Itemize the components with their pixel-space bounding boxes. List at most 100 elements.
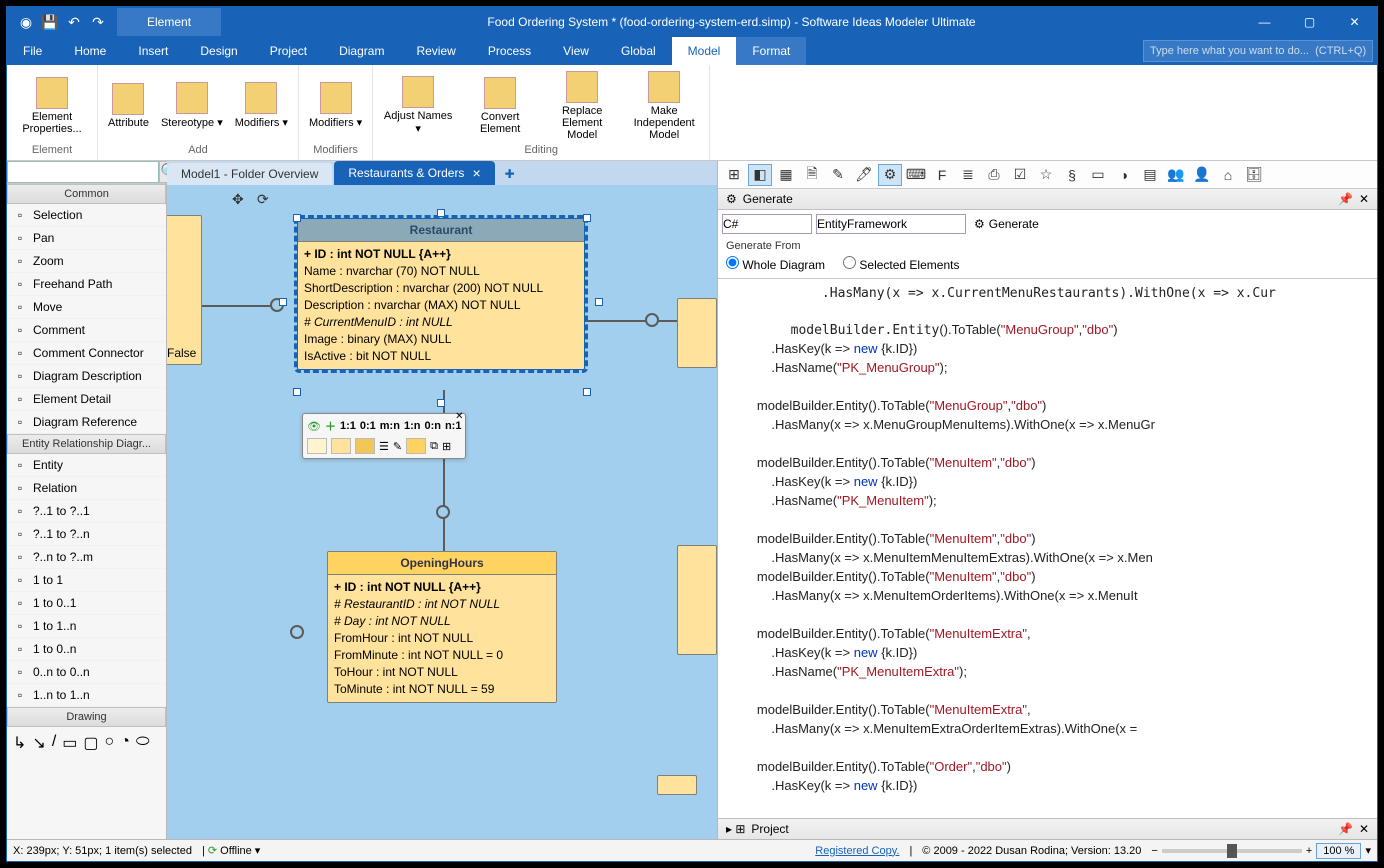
menu-project[interactable]: Project [254,37,323,65]
tool--to-n[interactable]: ▫?..1 to ?..n [7,523,166,546]
shape-icon[interactable]: ↘ [32,733,45,753]
relation-port[interactable] [290,625,304,639]
resize-handle[interactable] [437,209,445,217]
resize-handle[interactable] [437,399,445,407]
color-chip[interactable] [331,438,351,454]
move-icon[interactable]: ✥ [232,191,244,208]
diagram-canvas[interactable]: False Restaurant + ID : int NOT NULL {A+… [167,185,717,839]
tool-element-detail[interactable]: ▫Element Detail [7,388,166,411]
copy-icon[interactable]: ⧉ [430,440,438,453]
entity-attribute[interactable]: IsActive : bit NOT NULL [304,348,578,365]
color-chip[interactable] [355,438,375,454]
tool--to-n[interactable]: ▫1 to 0..n [7,638,166,661]
search-input[interactable] [1143,40,1373,62]
entity-attribute[interactable]: ToHour : int NOT NULL [334,664,550,681]
menu-insert[interactable]: Insert [122,37,184,65]
entity-attribute[interactable]: + ID : int NOT NULL {A++} [334,579,550,596]
project-panel-header[interactable]: ▸ ⊞ Project 📌 ✕ [718,818,1377,839]
tool-entity[interactable]: ▫Entity [7,454,166,477]
menu-model[interactable]: Model [672,37,737,65]
ribbon-modifiers-[interactable]: Modifiers ▾ [231,80,292,131]
ribbon-adjust-names-[interactable]: Adjust Names ▾ [379,74,457,137]
gear-icon[interactable]: ⚙ [878,164,902,186]
ribbon-stereotype-[interactable]: Stereotype ▾ [157,80,227,131]
cardinality-0-n[interactable]: 0:n [424,420,441,432]
entity-attribute[interactable]: + ID : int NOT NULL {A++} [304,246,578,263]
panel-icon[interactable]: ⊞ [722,164,746,186]
add-tab-button[interactable]: ✚ [497,163,523,185]
menu-diagram[interactable]: Diagram [323,37,400,65]
entity-attribute[interactable]: ShortDescription : nvarchar (200) NOT NU… [304,280,578,297]
tool-relation[interactable]: ▫Relation [7,477,166,500]
tool-selection[interactable]: ▫Selection [7,204,166,227]
menu-view[interactable]: View [547,37,605,65]
color-chip[interactable] [307,438,327,454]
framework-select[interactable] [816,214,966,234]
tool--to-[interactable]: ▫1 to 1 [7,569,166,592]
tool--to-[interactable]: ▫?..1 to ?..1 [7,500,166,523]
tool--to-n[interactable]: ▫1 to 1..n [7,615,166,638]
panel-icon[interactable]: 👤 [1190,164,1214,186]
category-common[interactable]: Common [7,184,166,204]
shape-icon[interactable]: ○ [105,733,115,753]
entity-attribute[interactable]: Image : binary (MAX) NULL [304,331,578,348]
menu-process[interactable]: Process [472,37,547,65]
shape-icon[interactable]: / [52,733,56,753]
panel-icon[interactable]: ☆ [1034,164,1058,186]
rotate-icon[interactable]: ⟳ [257,191,269,208]
ribbon-modifiers-[interactable]: Modifiers ▾ [305,80,366,131]
registered-link[interactable]: Registered Copy. [815,845,899,857]
code-output[interactable]: .HasMany(x => x.CurrentMenuRestaurants).… [718,279,1377,818]
cardinality-1-n[interactable]: 1:n [404,420,421,432]
tool--n-to-m[interactable]: ▫?..n to ?..m [7,546,166,569]
panel-icon[interactable]: 👥 [1164,164,1188,186]
cardinality-1-1[interactable]: 1:1 [340,420,356,432]
panel-icon[interactable]: ◧ [748,164,772,186]
align-icon[interactable]: ⊞ [442,440,451,453]
ribbon-attribute[interactable]: Attribute [104,81,153,131]
zoom-in-button[interactable]: + [1306,845,1312,857]
panel-icon[interactable]: ◑ [1112,164,1136,186]
tool-freehand-path[interactable]: ▫Freehand Path [7,273,166,296]
resize-handle[interactable] [583,388,591,396]
app-icon[interactable]: ◉ [17,13,35,31]
menu-review[interactable]: Review [400,37,471,65]
panel-icon[interactable]: ≣ [956,164,980,186]
add-icon[interactable]: ＋ [325,418,336,434]
maximize-button[interactable]: ▢ [1287,7,1332,37]
tab-model-folder-overview[interactable]: Model1 - Folder Overview [167,163,332,185]
ribbon-element-properties-[interactable]: Element Properties... [13,75,91,137]
language-select[interactable] [722,214,812,234]
entity-attribute[interactable]: FromHour : int NOT NULL [334,630,550,647]
entity-partial[interactable] [677,298,717,368]
toolbox-search-input[interactable] [7,161,159,183]
tool--n-to-n[interactable]: ▫1..n to 1..n [7,684,166,707]
panel-icon[interactable]: ▦ [774,164,798,186]
entity-attribute[interactable]: Description : nvarchar (MAX) NOT NULL [304,297,578,314]
redo-icon[interactable]: ↷ [89,13,107,31]
category-drawing[interactable]: Drawing [7,707,166,727]
zoom-out-button[interactable]: − [1151,845,1157,857]
close-icon[interactable]: ✕ [1359,192,1369,206]
shape-icon[interactable]: ▭ [62,733,77,753]
tool-zoom[interactable]: ▫Zoom [7,250,166,273]
tool-diagram-reference[interactable]: ▫Diagram Reference [7,411,166,434]
panel-icon[interactable]: F [930,164,954,186]
resize-handle[interactable] [293,388,301,396]
entity-openinghours[interactable]: OpeningHours + ID : int NOT NULL {A++}# … [327,551,557,703]
entity-attribute[interactable]: # RestaurantID : int NOT NULL [334,596,550,613]
chevron-down-icon[interactable]: ▾ [1365,844,1371,857]
list-icon[interactable]: ☰ [379,440,389,453]
relation-line[interactable] [584,320,689,322]
entity-partial[interactable] [677,545,717,655]
panel-icon[interactable]: 🗎 [800,164,824,186]
status-offline[interactable]: Offline [220,845,252,857]
category-erd[interactable]: Entity Relationship Diagr... [7,434,166,454]
resize-handle[interactable] [595,298,603,306]
panel-icon[interactable]: ⌨ [904,164,928,186]
eye-icon[interactable]: 👁 [307,420,321,433]
color-chip[interactable] [406,438,426,454]
panel-icon[interactable]: ☑ [1008,164,1032,186]
relation-port[interactable] [645,313,659,327]
menu-global[interactable]: Global [605,37,672,65]
